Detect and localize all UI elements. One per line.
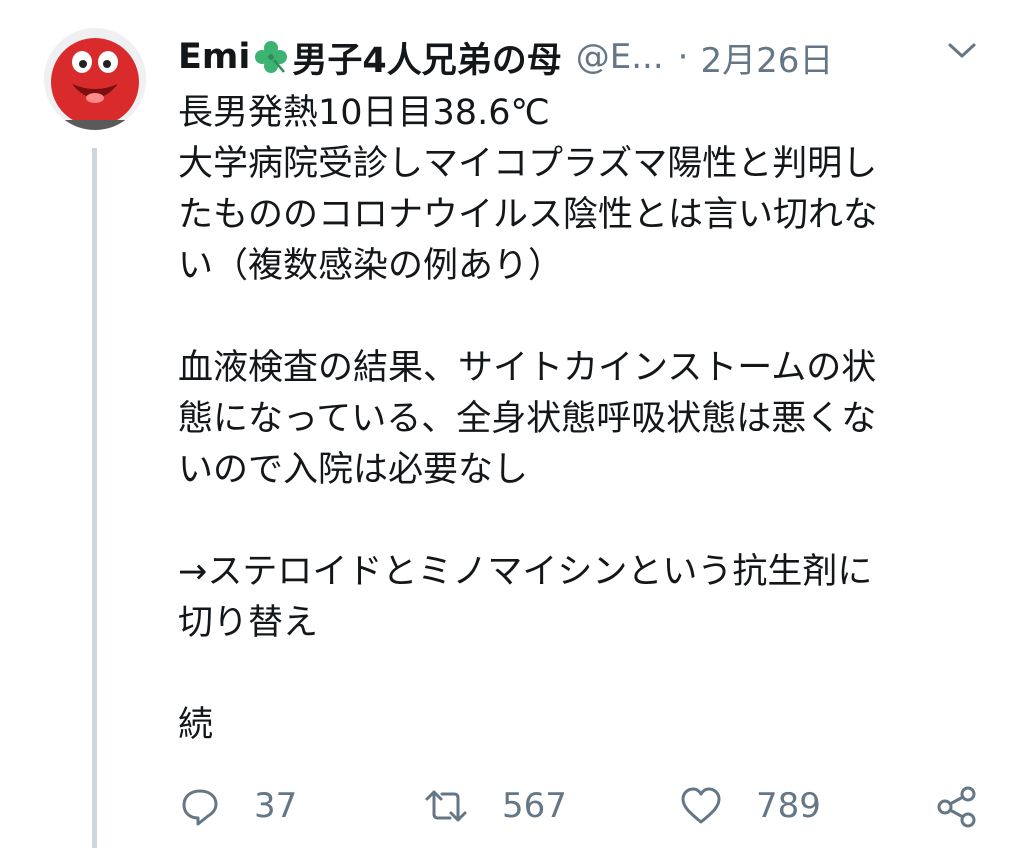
clover-icon — [255, 41, 288, 73]
tweet-actions: 37 567 789 — [178, 780, 998, 840]
heart-icon — [681, 787, 721, 824]
tweet-date[interactable]: 2月26日 — [700, 33, 833, 82]
retweet-icon — [425, 790, 467, 822]
retweet-count: 567 — [502, 786, 567, 826]
tweet-line: たもののコロナウイルス陰性とは言い切れな — [178, 195, 879, 235]
tweet-header: Emi 男子4人兄弟の母 @E... · 2月26日 — [178, 30, 978, 84]
header-separator: · — [677, 37, 689, 77]
avatar[interactable] — [44, 28, 146, 130]
tweet-line: いので入院は必要なし — [178, 450, 529, 490]
reply-icon — [182, 789, 218, 826]
tweet-line: 長男発熱10日目38.6℃ — [178, 93, 550, 133]
display-name-prefix: Emi — [178, 37, 251, 77]
tweet-line: 大学病院受診しマイコプラズマ陽性と判明し — [178, 144, 878, 184]
share-button[interactable] — [936, 786, 978, 828]
tweet-text: 長男発熱10日目38.6℃ 大学病院受診しマイコプラズマ陽性と判明し たもののコ… — [178, 88, 998, 751]
share-icon — [937, 786, 976, 828]
tweet-line: 続 — [178, 705, 214, 745]
chevron-down-icon[interactable] — [944, 36, 980, 64]
like-count: 789 — [756, 786, 821, 826]
display-name[interactable]: Emi 男子4人兄弟の母 — [178, 32, 562, 83]
thread-line — [92, 148, 97, 848]
reply-button[interactable]: 37 — [180, 786, 297, 826]
user-handle[interactable]: @E... — [576, 37, 664, 77]
display-name-suffix: 男子4人兄弟の母 — [292, 40, 562, 81]
retweet-button[interactable]: 567 — [424, 786, 567, 826]
tweet-line: 切り替え — [178, 603, 319, 643]
tweet-line: い（複数感染の例あり） — [178, 246, 564, 286]
tweet-line: →ステロイドとミノマイシンという抗生剤に — [178, 552, 873, 592]
reply-count: 37 — [254, 786, 298, 826]
like-button[interactable]: 789 — [680, 786, 821, 826]
tweet-line: 血液検査の結果、サイトカインストームの状 — [178, 348, 877, 388]
avatar-image — [44, 28, 146, 130]
tweet[interactable]: Emi 男子4人兄弟の母 @E... · 2月26日 長男発熱10日目38.6℃… — [0, 0, 1024, 848]
tweet-line: 態になっている、全身状態呼吸状態は悪くな — [178, 399, 877, 439]
